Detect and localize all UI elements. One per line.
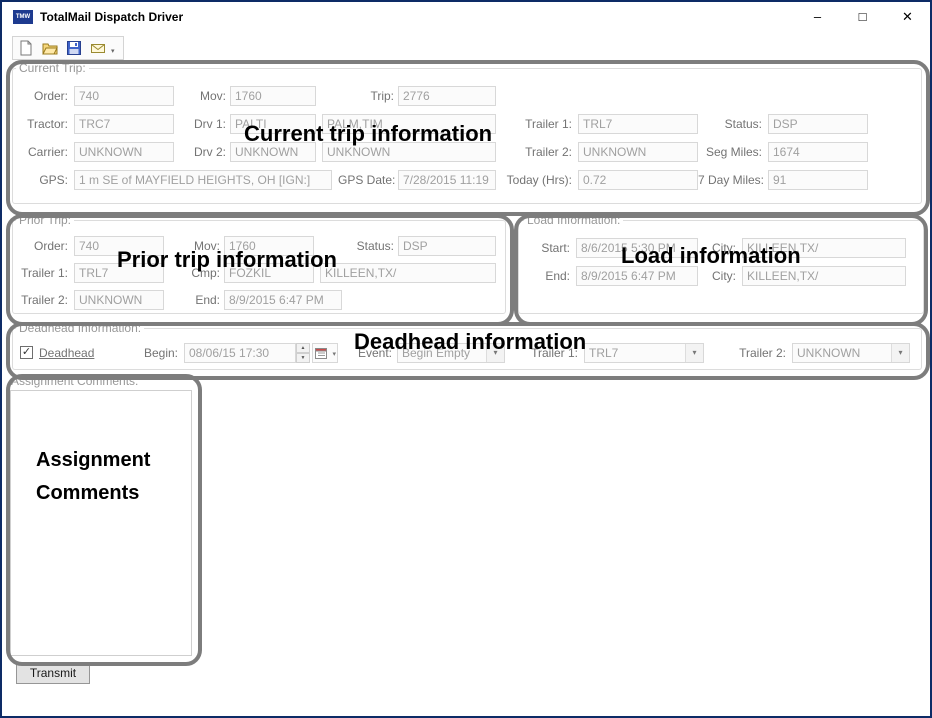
prior-trailer1-label: Trailer 1:	[16, 263, 68, 283]
deadhead-trailer1-value: TRL7	[589, 346, 618, 360]
app-window: TMW TotalMail Dispatch Driver – □ ✕ ▾ Cu…	[0, 0, 932, 718]
current-trailer2-field[interactable]: UNKNOWN	[578, 142, 698, 162]
current-drv2-label: Drv 2:	[178, 142, 226, 162]
assignment-comments-label: Assignment Comments:	[8, 374, 141, 388]
prior-end-label: End:	[168, 290, 220, 310]
title-bar: TMW TotalMail Dispatch Driver – □ ✕	[2, 2, 930, 32]
prior-trip-title: Prior Trip:	[16, 213, 74, 227]
deadhead-begin-field[interactable]: 08/06/15 17:30	[184, 343, 296, 363]
current-drv1-label: Drv 1:	[178, 114, 226, 134]
load-end-field[interactable]: 8/9/2015 6:47 PM	[576, 266, 698, 286]
prior-order-label: Order:	[16, 236, 68, 256]
load-end-city-label: City:	[702, 266, 736, 286]
window-title: TotalMail Dispatch Driver	[40, 2, 183, 32]
deadhead-trailer1-combo[interactable]: TRL7 ▾	[584, 343, 704, 363]
deadhead-checkbox[interactable]: ✓	[20, 346, 33, 359]
deadhead-trailer1-label: Trailer 1:	[528, 343, 578, 363]
new-icon[interactable]	[18, 40, 34, 56]
current-tractor-label: Tractor:	[16, 114, 68, 134]
current-seg-miles-field[interactable]: 1674	[768, 142, 868, 162]
current-drv1-field[interactable]: PALTI	[230, 114, 316, 134]
dropdown-icon[interactable]: ▾	[685, 344, 703, 362]
current-mov-field[interactable]: 1760	[230, 86, 316, 106]
current-today-hrs-label: Today (Hrs):	[506, 170, 572, 190]
app-logo-icon: TMW	[13, 10, 33, 24]
prior-end-field[interactable]: 8/9/2015 6:47 PM	[224, 290, 342, 310]
load-start-city-field[interactable]: KILLEEN,TX/	[742, 238, 906, 258]
prior-trailer1-field[interactable]: TRL7	[74, 263, 164, 283]
current-trip-number-label: Trip:	[342, 86, 394, 106]
prior-trailer2-label: Trailer 2:	[16, 290, 68, 310]
deadhead-trailer2-label: Trailer 2:	[736, 343, 786, 363]
deadhead-begin-label: Begin:	[140, 343, 178, 363]
load-info-title: Load Information:	[524, 213, 623, 227]
dropdown-icon[interactable]: ▾	[891, 344, 909, 362]
current-drv2-name-field[interactable]: UNKNOWN	[322, 142, 496, 162]
deadhead-trailer2-value: UNKNOWN	[797, 346, 860, 360]
deadhead-event-value: Begin Empty	[402, 346, 470, 360]
current-tractor-field[interactable]: TRC7	[74, 114, 174, 134]
prior-trailer2-field[interactable]: UNKNOWN	[74, 290, 164, 310]
dropdown-icon[interactable]: ▾	[486, 344, 504, 362]
current-gps-date-field[interactable]: 7/28/2015 11:19	[398, 170, 496, 190]
load-start-label: Start:	[526, 238, 570, 258]
spin-down-icon[interactable]: ▼	[296, 353, 310, 363]
deadhead-event-label: Event:	[352, 343, 392, 363]
load-end-label: End:	[526, 266, 570, 286]
begin-date-spinner: ▲ ▼	[296, 343, 310, 363]
assignment-comments-textarea[interactable]	[10, 390, 192, 656]
current-order-field[interactable]: 740	[74, 86, 174, 106]
load-start-city-label: City:	[702, 238, 736, 258]
current-carrier-field[interactable]: UNKNOWN	[74, 142, 174, 162]
prior-status-field[interactable]: DSP	[398, 236, 496, 256]
transmit-button[interactable]: Transmit	[16, 663, 90, 684]
deadhead-event-combo[interactable]: Begin Empty ▾	[397, 343, 505, 363]
spin-up-icon[interactable]: ▲	[296, 343, 310, 353]
current-drv1-name-field[interactable]: PALM,TIM	[322, 114, 496, 134]
current-seg-miles-label: Seg Miles:	[702, 142, 762, 162]
current-trailer1-label: Trailer 1:	[510, 114, 572, 134]
current-gps-field[interactable]: 1 m SE of MAYFIELD HEIGHTS, OH [IGN:]	[74, 170, 332, 190]
deadhead-title: Deadhead Information:	[16, 321, 144, 335]
current-status-field[interactable]: DSP	[768, 114, 868, 134]
load-start-field[interactable]: 8/6/2015 5:30 PM	[576, 238, 698, 258]
deadhead-checkbox-label[interactable]: Deadhead	[39, 343, 94, 363]
current-gps-date-label: GPS Date:	[338, 170, 394, 190]
calendar-picker-button[interactable]: ▾	[312, 343, 338, 363]
prior-mov-label: Mov:	[168, 236, 220, 256]
current-order-label: Order:	[16, 86, 68, 106]
prior-cmp-field[interactable]: FOZKIL	[224, 263, 314, 283]
current-trip-number-field[interactable]: 2776	[398, 86, 496, 106]
current-drv2-field[interactable]: UNKNOWN	[230, 142, 316, 162]
save-icon[interactable]	[66, 40, 82, 56]
deadhead-trailer2-combo[interactable]: UNKNOWN ▾	[792, 343, 910, 363]
prior-order-field[interactable]: 740	[74, 236, 164, 256]
current-trailer2-label: Trailer 2:	[510, 142, 572, 162]
current-today-hrs-field[interactable]: 0.72	[578, 170, 698, 190]
minimize-button[interactable]: –	[795, 2, 840, 32]
calendar-icon	[315, 347, 327, 359]
send-icon[interactable]	[90, 40, 106, 56]
current-7day-miles-field[interactable]: 91	[768, 170, 868, 190]
prior-cmp-city-field[interactable]: KILLEEN,TX/	[320, 263, 496, 283]
prior-status-label: Status:	[354, 236, 394, 256]
current-trailer1-field[interactable]: TRL7	[578, 114, 698, 134]
open-icon[interactable]	[42, 40, 58, 56]
close-button[interactable]: ✕	[885, 2, 930, 32]
current-gps-label: GPS:	[16, 170, 68, 190]
prior-mov-field[interactable]: 1760	[224, 236, 314, 256]
prior-cmp-label: Cmp:	[168, 263, 220, 283]
maximize-button[interactable]: □	[840, 2, 885, 32]
current-trip-title: Current Trip:	[16, 61, 89, 75]
current-7day-miles-label: 7 Day Miles:	[698, 170, 762, 190]
current-status-label: Status:	[702, 114, 762, 134]
current-carrier-label: Carrier:	[16, 142, 68, 162]
load-end-city-field[interactable]: KILLEEN,TX/	[742, 266, 906, 286]
calendar-dropdown-icon: ▾	[332, 350, 336, 358]
toolbar-overflow-icon[interactable]: ▾	[111, 47, 115, 55]
current-mov-label: Mov:	[178, 86, 226, 106]
